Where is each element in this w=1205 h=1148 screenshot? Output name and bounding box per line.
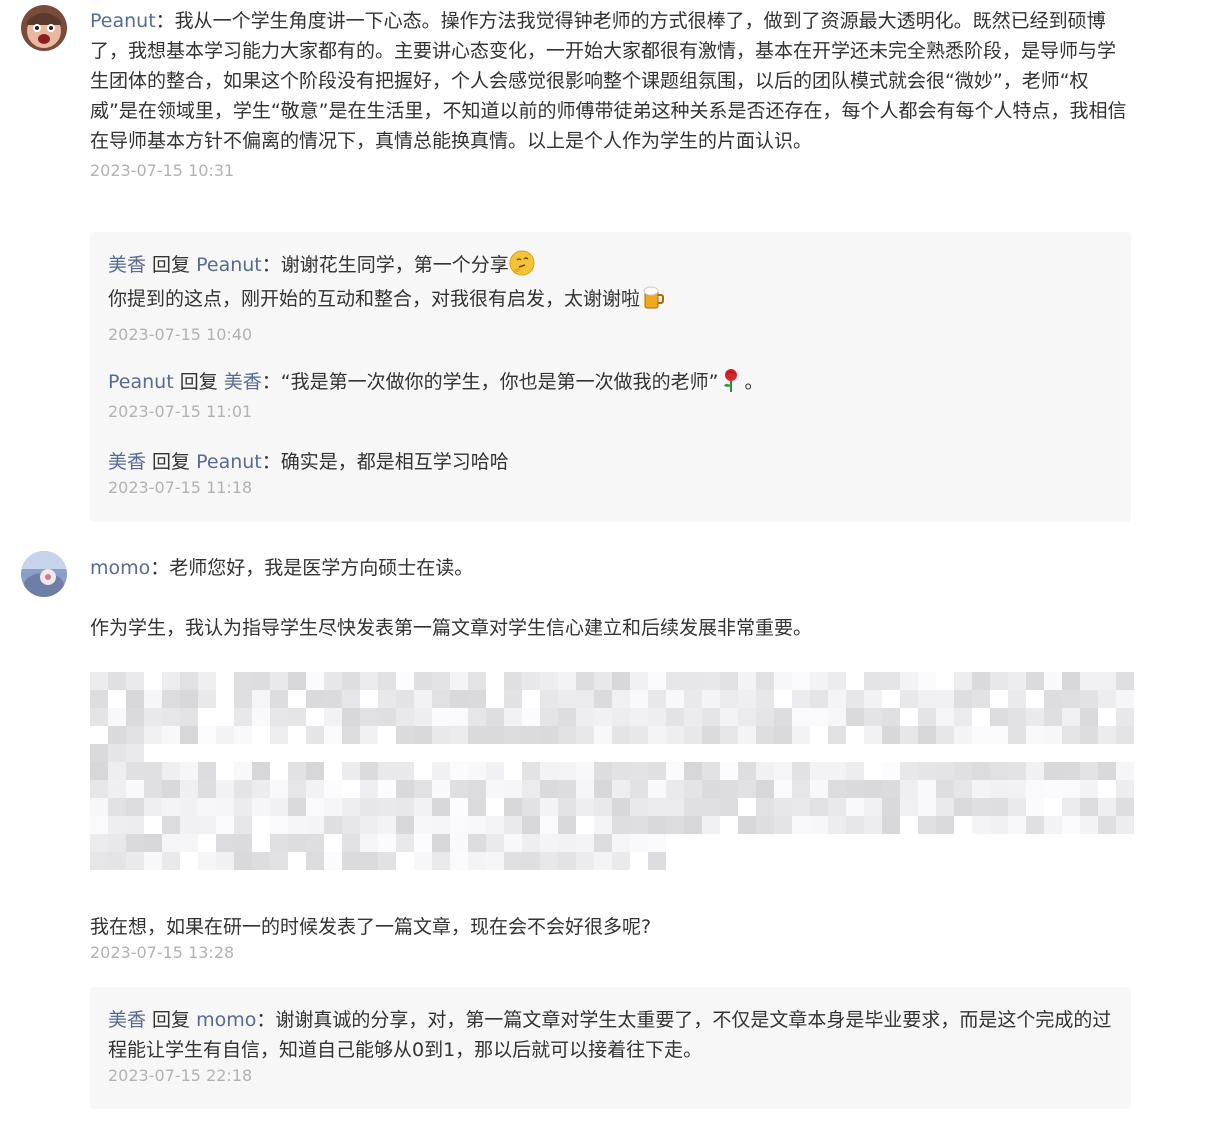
comment-peanut: Peanut：我从一个学生角度讲一下心态。操作方法我觉得钟老师的方式很棒了，做到… bbox=[0, 0, 1205, 530]
author-name[interactable]: Peanut bbox=[90, 10, 156, 32]
reply-list: 美香 回复 Peanut：谢谢花生同学，第一个分享 你提到的这点，刚开始的互动和… bbox=[90, 232, 1131, 522]
reply-from[interactable]: 美香 bbox=[108, 1009, 146, 1031]
reply-from[interactable]: Peanut bbox=[108, 371, 174, 393]
pixelated-redaction bbox=[90, 672, 1135, 882]
reply-list: 美香 回复 momo：谢谢真诚的分享，对，第一篇文章对学生太重要了，不仅是文章本… bbox=[90, 987, 1131, 1109]
author-name[interactable]: momo bbox=[90, 557, 150, 579]
reply-from[interactable]: 美香 bbox=[108, 254, 146, 276]
comment-paragraph: 我在想，如果在研一的时候发表了一篇文章，现在会不会好很多呢? bbox=[90, 916, 652, 938]
momo-avatar-icon bbox=[21, 551, 67, 597]
reply-time: 2023-07-15 11:18 bbox=[108, 478, 253, 497]
comment-text: Peanut：我从一个学生角度讲一下心态。操作方法我觉得钟老师的方式很棒了，做到… bbox=[90, 10, 1127, 152]
reply-to[interactable]: Peanut bbox=[196, 254, 262, 276]
comment-momo: momo：老师您好，我是医学方向硕士在读。 作为学生，我认为指导学生尽快发表第一… bbox=[0, 550, 1205, 1148]
reply-to[interactable]: 美香 bbox=[224, 371, 262, 393]
peanut-avatar-icon bbox=[21, 5, 67, 51]
rose-emoji-icon bbox=[724, 369, 738, 392]
reply-to[interactable]: momo bbox=[196, 1009, 256, 1031]
comment-time: 2023-07-15 10:31 bbox=[90, 161, 235, 180]
thinking-face-emoji-icon bbox=[509, 250, 535, 276]
comment-paragraph: 作为学生，我认为指导学生尽快发表第一篇文章对学生信心建立和后续发展非常重要。 bbox=[90, 617, 813, 639]
pixelated-redaction-icon bbox=[90, 672, 1134, 870]
reply-from[interactable]: 美香 bbox=[108, 451, 146, 473]
avatar-peanut[interactable] bbox=[21, 5, 67, 51]
reply-item: 美香 回复 momo：谢谢真诚的分享，对，第一篇文章对学生太重要了，不仅是文章本… bbox=[108, 1009, 1112, 1085]
comment-text: momo：老师您好，我是医学方向硕士在读。 bbox=[90, 557, 474, 579]
beer-mug-emoji-icon bbox=[643, 286, 665, 309]
reply-item: 美香 回复 Peanut：谢谢花生同学，第一个分享 你提到的这点，刚开始的互动和… bbox=[108, 250, 1113, 346]
avatar-momo[interactable] bbox=[21, 551, 67, 597]
reply-item: Peanut 回复 美香：“我是第一次做你的学生，你也是第一次做我的老师”。 2… bbox=[108, 367, 1113, 423]
reply-time: 2023-07-15 22:18 bbox=[108, 1066, 253, 1085]
reply-to[interactable]: Peanut bbox=[196, 451, 262, 473]
comment-time: 2023-07-15 13:28 bbox=[90, 943, 235, 962]
reply-time: 2023-07-15 10:40 bbox=[108, 325, 253, 344]
reply-time: 2023-07-15 11:01 bbox=[108, 402, 253, 421]
reply-item: 美香 回复 Peanut：确实是，都是相互学习哈哈 2023-07-15 11:… bbox=[108, 447, 1113, 499]
